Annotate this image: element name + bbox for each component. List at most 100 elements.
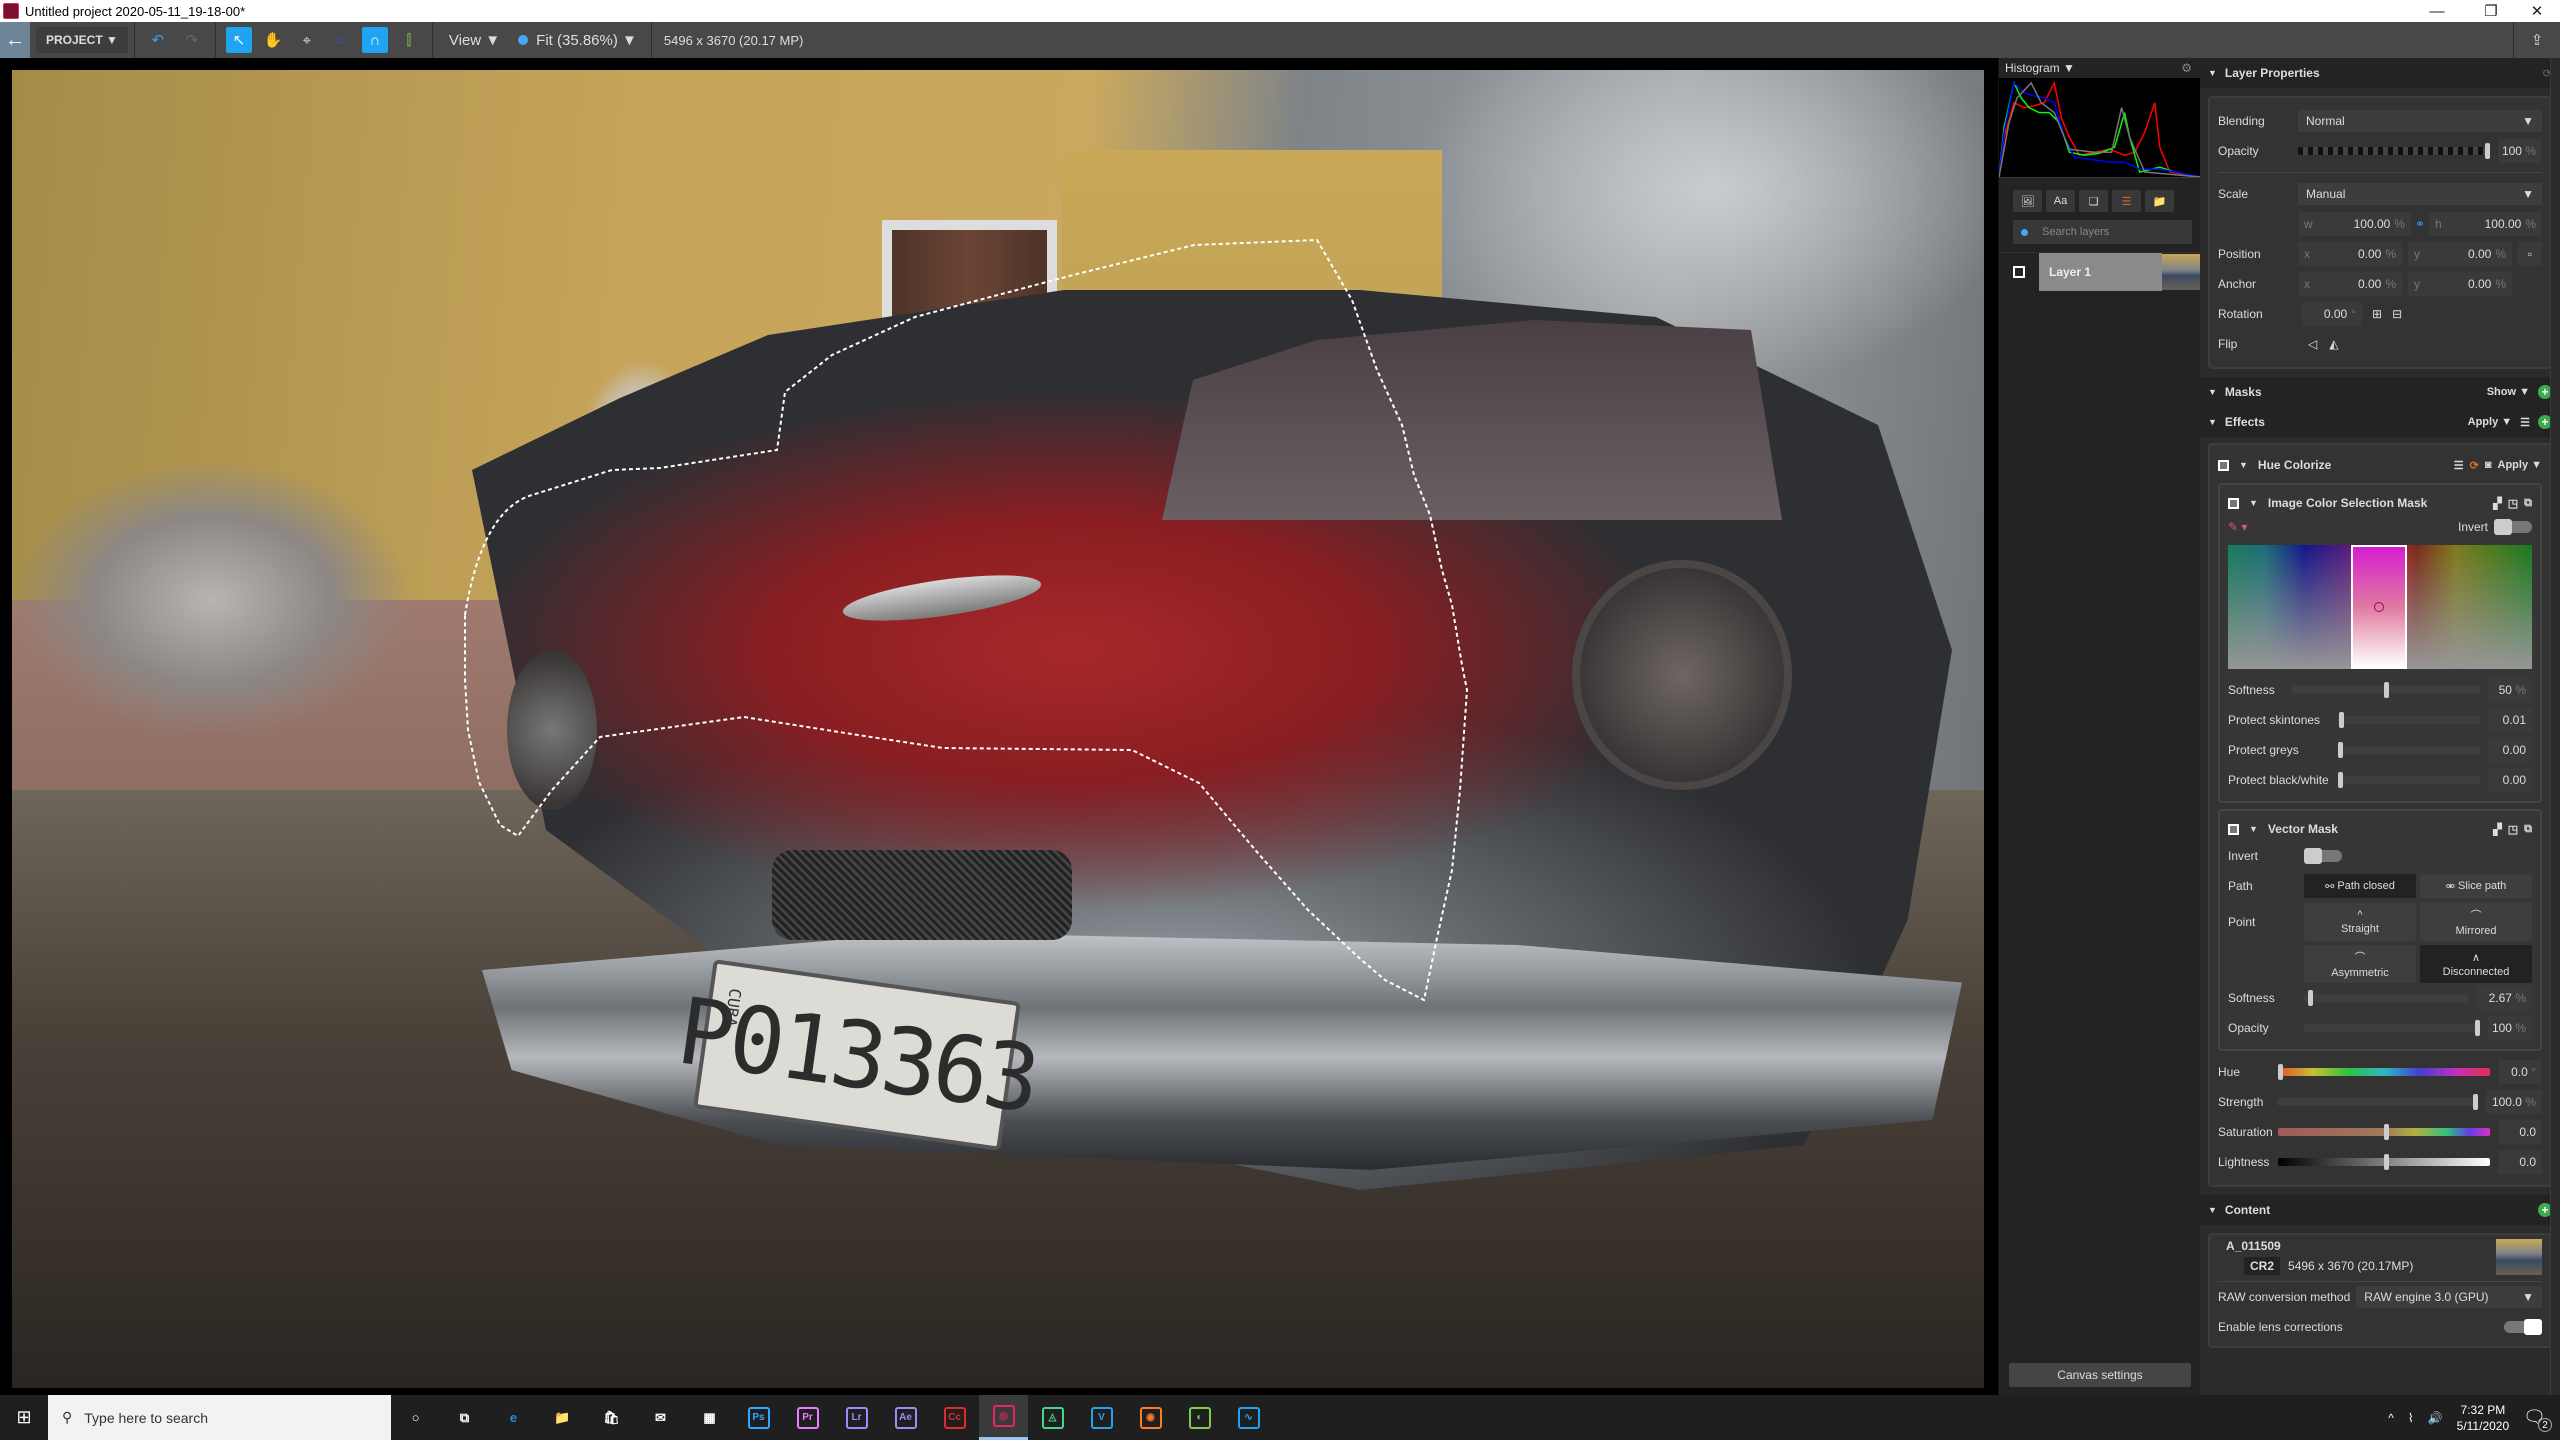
taskbar-app-app-blue[interactable]: ∿: [1224, 1395, 1273, 1440]
transform-tool-button[interactable]: ⌖: [294, 27, 320, 53]
content-header[interactable]: ▼ Content +: [2200, 1195, 2560, 1225]
layer-visibility-checkbox[interactable]: [2013, 265, 2025, 278]
mask-icon[interactable]: ◙: [2485, 459, 2492, 472]
layer-name[interactable]: Layer 1: [2039, 252, 2162, 291]
point-mirrored-button[interactable]: ⌒ Mirrored: [2420, 903, 2532, 941]
taskbar-app-photoshop[interactable]: Ps: [734, 1395, 783, 1440]
subtract-icon[interactable]: ◳: [2508, 497, 2518, 510]
effects-apply-dropdown[interactable]: Apply ▼: [2468, 416, 2513, 428]
saturation-slider[interactable]: [2278, 1124, 2490, 1140]
rotation-field[interactable]: 0.00 °: [2302, 302, 2362, 326]
vector-mask-path[interactable]: [12, 70, 1984, 1388]
slider-knob[interactable]: [2339, 712, 2345, 728]
vector-mask-checkbox[interactable]: [2228, 823, 2239, 835]
point-asymmetric-button[interactable]: ⌒ Asymmetric: [2304, 945, 2416, 983]
protect-skintones-field[interactable]: 0.01: [2488, 708, 2532, 732]
link-icon[interactable]: ⚭: [2415, 217, 2425, 231]
intersect-icon[interactable]: ▞: [2493, 823, 2501, 836]
strength-field[interactable]: 100.0 %: [2486, 1090, 2542, 1114]
taskbar-app-davinci[interactable]: ◉: [1126, 1395, 1175, 1440]
slider-knob[interactable]: [2475, 1020, 2480, 1036]
scale-width-field[interactable]: w 100.00%: [2298, 212, 2411, 236]
add-icon[interactable]: ⧉: [2524, 497, 2532, 510]
taskbar-app-edge[interactable]: e: [489, 1395, 538, 1440]
add-text-layer-button[interactable]: Aa: [2046, 190, 2075, 212]
taskbar-app-file-explorer[interactable]: 📁: [538, 1395, 587, 1440]
rotate-cw-icon[interactable]: ⊞: [2372, 307, 2382, 321]
clock[interactable]: 7:32 PM 5/11/2020: [2457, 1402, 2510, 1434]
opacity-field[interactable]: 100 %: [2498, 139, 2542, 163]
protect-greys-slider[interactable]: [2338, 742, 2480, 758]
vm-softness-field[interactable]: 2.67 %: [2476, 986, 2532, 1010]
slider-knob[interactable]: [2383, 682, 2389, 698]
select-tool-button[interactable]: ↖: [225, 27, 252, 53]
hue-slider[interactable]: [2278, 1064, 2490, 1080]
taskbar-app-task-view[interactable]: ⧉: [440, 1395, 489, 1440]
hue-colorize-checkbox[interactable]: [2218, 459, 2229, 471]
canvas-settings-button[interactable]: Canvas settings: [2009, 1363, 2191, 1387]
lightness-field[interactable]: 0.0: [2498, 1150, 2542, 1174]
anchor-x-field[interactable]: x 0.00%: [2298, 272, 2402, 296]
close-button[interactable]: ✕: [2514, 0, 2560, 22]
opacity-slider-knob[interactable]: [2485, 143, 2490, 159]
taskbar-app-app-dark[interactable]: ◐: [1175, 1395, 1224, 1440]
blending-dropdown[interactable]: Normal ▼: [2298, 110, 2542, 132]
vm-softness-slider[interactable]: [2304, 990, 2468, 1006]
lens-corrections-toggle[interactable]: [2504, 1319, 2542, 1335]
slider-knob[interactable]: [2338, 772, 2343, 788]
intersect-icon[interactable]: ▞: [2493, 497, 2501, 510]
notifications-button[interactable]: 🗨 2: [2523, 1407, 2552, 1432]
color-mask-invert-toggle[interactable]: [2494, 519, 2532, 535]
slider-knob[interactable]: [2384, 1124, 2389, 1140]
scale-dropdown[interactable]: Manual ▼: [2298, 183, 2542, 205]
hue-field[interactable]: 0.0 °: [2498, 1060, 2542, 1084]
taskbar-app-photo-app[interactable]: ◎: [979, 1395, 1028, 1440]
color-softness-field[interactable]: 50 %: [2488, 678, 2532, 702]
layer-properties-header[interactable]: ▼ Layer Properties ⟳: [2200, 58, 2560, 88]
tray-chevron-icon[interactable]: ^: [2388, 1411, 2394, 1425]
slider-knob[interactable]: [2278, 1064, 2283, 1080]
add-image-layer-button[interactable]: 🖼: [2013, 190, 2042, 212]
undo-button[interactable]: ↶: [145, 27, 171, 53]
restore-button[interactable]: ❐: [2468, 0, 2514, 22]
taskbar-app-premiere[interactable]: Pr: [783, 1395, 832, 1440]
rotate-ccw-icon[interactable]: ⊟: [2392, 307, 2402, 321]
project-menu-button[interactable]: PROJECT ▼: [36, 27, 128, 53]
taskbar-app-after-effects[interactable]: Ae: [881, 1395, 930, 1440]
taskbar-app-store[interactable]: 🛍: [587, 1395, 636, 1440]
color-picker-handle[interactable]: [2374, 602, 2385, 612]
add-icon[interactable]: ⧉: [2524, 823, 2532, 836]
color-range-selection[interactable]: [2351, 545, 2408, 669]
color-mask-header[interactable]: ▼ Image Color Selection Mask ▞ ◳ ⧉: [2228, 491, 2532, 515]
hue-apply-dropdown[interactable]: Apply ▼: [2498, 459, 2543, 472]
refresh-icon[interactable]: ⟳: [2470, 459, 2479, 472]
group-layer-button[interactable]: 📁: [2145, 190, 2174, 212]
flip-horizontal-icon[interactable]: ◭: [2329, 337, 2338, 351]
flip-vertical-icon[interactable]: ◁: [2308, 337, 2317, 351]
taskbar-app-vegas[interactable]: V: [1077, 1395, 1126, 1440]
anchor-y-field[interactable]: y 0.00%: [2408, 272, 2512, 296]
vector-mask-header[interactable]: ▼ Vector Mask ▞ ◳ ⧉: [2228, 817, 2532, 841]
taskbar-app-calculator[interactable]: ▦: [685, 1395, 734, 1440]
color-mask-checkbox[interactable]: [2228, 497, 2239, 509]
protect-greys-field[interactable]: 0.00: [2488, 738, 2532, 762]
strength-slider[interactable]: [2278, 1094, 2478, 1110]
duplicate-layer-button[interactable]: ❏: [2079, 190, 2108, 212]
redo-button[interactable]: ↷: [179, 27, 205, 53]
point-straight-button[interactable]: ^ Straight: [2304, 903, 2416, 941]
slider-knob[interactable]: [2338, 742, 2343, 758]
hand-tool-button[interactable]: ✋: [260, 27, 286, 53]
search-layers-input[interactable]: Search layers: [2013, 220, 2192, 244]
saturation-field[interactable]: 0.0: [2498, 1120, 2542, 1144]
opacity-slider[interactable]: [2298, 143, 2490, 159]
taskbar-app-cortana[interactable]: ○: [391, 1395, 440, 1440]
color-range-picker[interactable]: [2228, 545, 2532, 669]
menu-icon[interactable]: ☰: [2520, 416, 2530, 429]
export-button[interactable]: ⇪: [2524, 27, 2550, 53]
subtract-icon[interactable]: ◳: [2508, 823, 2518, 836]
position-y-field[interactable]: y 0.00%: [2408, 242, 2512, 266]
start-button[interactable]: ⊞: [0, 1395, 48, 1440]
taskbar-search-box[interactable]: ⚲ Type here to search: [48, 1395, 391, 1440]
protect-bw-field[interactable]: 0.00: [2488, 768, 2532, 792]
histogram-dropdown[interactable]: Histogram ▼: [2005, 61, 2075, 75]
